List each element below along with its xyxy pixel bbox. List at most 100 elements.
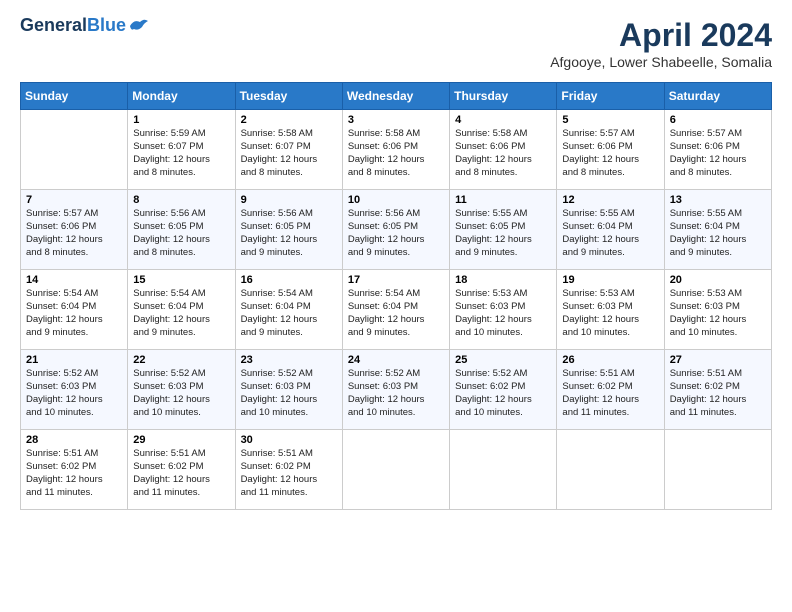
day-info: Sunrise: 5:53 AM Sunset: 6:03 PM Dayligh… (455, 288, 551, 339)
day-info: Sunrise: 5:52 AM Sunset: 6:03 PM Dayligh… (348, 368, 444, 419)
day-number: 22 (133, 354, 229, 366)
day-info: Sunrise: 5:59 AM Sunset: 6:07 PM Dayligh… (133, 128, 229, 179)
calendar-cell: 14Sunrise: 5:54 AM Sunset: 6:04 PM Dayli… (21, 270, 128, 350)
logo: GeneralBlue (20, 16, 150, 36)
day-info: Sunrise: 5:51 AM Sunset: 6:02 PM Dayligh… (670, 368, 766, 419)
day-number: 3 (348, 114, 444, 126)
header-day-friday: Friday (557, 83, 664, 110)
calendar-cell: 18 Sunrise: 5:53 AM Sunset: 6:03 PM Dayli… (450, 270, 557, 350)
calendar-cell: 20 Sunrise: 5:53 AM Sunset: 6:03 PM Dayli… (664, 270, 771, 350)
day-number: 25 (455, 354, 551, 366)
day-info: Sunrise: 5:52 AM Sunset: 6:03 PM Dayligh… (26, 368, 122, 419)
calendar-cell: 4Sunrise: 5:58 AM Sunset: 6:06 PM Daylig… (450, 110, 557, 190)
header-day-monday: Monday (128, 83, 235, 110)
day-info: Sunrise: 5:57 AM Sunset: 6:06 PM Dayligh… (562, 128, 658, 179)
calendar-week-row: 7Sunrise: 5:57 AM Sunset: 6:06 PM Daylig… (21, 190, 772, 270)
calendar-cell: 22 Sunrise: 5:52 AM Sunset: 6:03 PM Dayli… (128, 350, 235, 430)
day-info: Sunrise: 5:53 AM Sunset: 6:03 PM Dayligh… (670, 288, 766, 339)
calendar-body: 1 Sunrise: 5:59 AM Sunset: 6:07 PM Daylig… (21, 110, 772, 510)
day-number: 23 (241, 354, 337, 366)
day-number: 17 (348, 274, 444, 286)
day-info: Sunrise: 5:54 AM Sunset: 6:04 PM Dayligh… (241, 288, 337, 339)
calendar-cell: 17 Sunrise: 5:54 AM Sunset: 6:04 PM Dayli… (342, 270, 449, 350)
day-info: Sunrise: 5:55 AM Sunset: 6:04 PM Dayligh… (562, 208, 658, 259)
day-info: Sunrise: 5:51 AM Sunset: 6:02 PM Dayligh… (133, 448, 229, 499)
calendar-cell: 1 Sunrise: 5:59 AM Sunset: 6:07 PM Daylig… (128, 110, 235, 190)
day-info: Sunrise: 5:55 AM Sunset: 6:04 PM Dayligh… (670, 208, 766, 259)
day-number: 19 (562, 274, 658, 286)
day-number: 4 (455, 114, 551, 126)
calendar-cell: 13 Sunrise: 5:55 AM Sunset: 6:04 PM Dayli… (664, 190, 771, 270)
day-info: Sunrise: 5:58 AM Sunset: 6:07 PM Dayligh… (241, 128, 337, 179)
header-day-wednesday: Wednesday (342, 83, 449, 110)
day-number: 12 (562, 194, 658, 206)
calendar-cell: 11 Sunrise: 5:55 AM Sunset: 6:05 PM Dayli… (450, 190, 557, 270)
calendar-header-row: SundayMondayTuesdayWednesdayThursdayFrid… (21, 83, 772, 110)
day-number: 2 (241, 114, 337, 126)
calendar-week-row: 14 Sunrise: 5:54 AM Sunset: 6:04 PM Dayli… (21, 270, 772, 350)
calendar-cell (21, 110, 128, 190)
day-number: 11 (455, 194, 551, 206)
calendar-cell: 23Sunrise: 5:52 AM Sunset: 6:03 PM Dayli… (235, 350, 342, 430)
day-info: Sunrise: 5:52 AM Sunset: 6:02 PM Dayligh… (455, 368, 551, 419)
day-number: 26 (562, 354, 658, 366)
calendar-cell: 26Sunrise: 5:51 AM Sunset: 6:02 PM Dayli… (557, 350, 664, 430)
calendar-cell: 15Sunrise: 5:54 AM Sunset: 6:04 PM Dayli… (128, 270, 235, 350)
calendar-cell: 19 Sunrise: 5:53 AM Sunset: 6:03 PM Dayli… (557, 270, 664, 350)
calendar-header: SundayMondayTuesdayWednesdayThursdayFrid… (21, 83, 772, 110)
day-number: 27 (670, 354, 766, 366)
day-info: Sunrise: 5:53 AM Sunset: 6:03 PM Dayligh… (562, 288, 658, 339)
logo-bird-icon (128, 17, 150, 35)
day-number: 8 (133, 194, 229, 206)
day-number: 6 (670, 114, 766, 126)
day-number: 20 (670, 274, 766, 286)
calendar-cell: 5 Sunrise: 5:57 AM Sunset: 6:06 PM Daylig… (557, 110, 664, 190)
calendar-week-row: 28Sunrise: 5:51 AM Sunset: 6:02 PM Dayli… (21, 430, 772, 510)
day-info: Sunrise: 5:56 AM Sunset: 6:05 PM Dayligh… (241, 208, 337, 259)
calendar-cell: 2 Sunrise: 5:58 AM Sunset: 6:07 PM Daylig… (235, 110, 342, 190)
day-info: Sunrise: 5:58 AM Sunset: 6:06 PM Dayligh… (348, 128, 444, 179)
title-area: April 2024 Afgooye, Lower Shabeelle, Som… (550, 16, 772, 70)
calendar-cell: 25 Sunrise: 5:52 AM Sunset: 6:02 PM Dayli… (450, 350, 557, 430)
day-info: Sunrise: 5:55 AM Sunset: 6:05 PM Dayligh… (455, 208, 551, 259)
day-info: Sunrise: 5:57 AM Sunset: 6:06 PM Dayligh… (670, 128, 766, 179)
logo-text: GeneralBlue (20, 16, 126, 36)
page-header: GeneralBlue April 2024 Afgooye, Lower Sh… (20, 16, 772, 70)
day-number: 5 (562, 114, 658, 126)
header-day-saturday: Saturday (664, 83, 771, 110)
day-number: 24 (348, 354, 444, 366)
calendar-cell: 24 Sunrise: 5:52 AM Sunset: 6:03 PM Dayli… (342, 350, 449, 430)
calendar-cell: 12 Sunrise: 5:55 AM Sunset: 6:04 PM Dayli… (557, 190, 664, 270)
day-number: 9 (241, 194, 337, 206)
day-info: Sunrise: 5:56 AM Sunset: 6:05 PM Dayligh… (348, 208, 444, 259)
calendar-cell: 29 Sunrise: 5:51 AM Sunset: 6:02 PM Dayli… (128, 430, 235, 510)
calendar-cell: 27 Sunrise: 5:51 AM Sunset: 6:02 PM Dayli… (664, 350, 771, 430)
calendar-cell: 6 Sunrise: 5:57 AM Sunset: 6:06 PM Daylig… (664, 110, 771, 190)
day-info: Sunrise: 5:54 AM Sunset: 6:04 PM Dayligh… (133, 288, 229, 339)
calendar-week-row: 21Sunrise: 5:52 AM Sunset: 6:03 PM Dayli… (21, 350, 772, 430)
day-info: Sunrise: 5:51 AM Sunset: 6:02 PM Dayligh… (26, 448, 122, 499)
calendar-table: SundayMondayTuesdayWednesdayThursdayFrid… (20, 82, 772, 510)
day-number: 29 (133, 434, 229, 446)
day-number: 1 (133, 114, 229, 126)
calendar-cell: 28Sunrise: 5:51 AM Sunset: 6:02 PM Dayli… (21, 430, 128, 510)
calendar-cell (557, 430, 664, 510)
day-info: Sunrise: 5:54 AM Sunset: 6:04 PM Dayligh… (348, 288, 444, 339)
header-day-sunday: Sunday (21, 83, 128, 110)
calendar-cell: 21Sunrise: 5:52 AM Sunset: 6:03 PM Dayli… (21, 350, 128, 430)
calendar-cell (450, 430, 557, 510)
day-number: 16 (241, 274, 337, 286)
header-day-thursday: Thursday (450, 83, 557, 110)
day-number: 30 (241, 434, 337, 446)
day-info: Sunrise: 5:52 AM Sunset: 6:03 PM Dayligh… (133, 368, 229, 419)
day-number: 18 (455, 274, 551, 286)
month-title: April 2024 (550, 16, 772, 54)
calendar-cell (664, 430, 771, 510)
calendar-cell: 7Sunrise: 5:57 AM Sunset: 6:06 PM Daylig… (21, 190, 128, 270)
calendar-cell: 3 Sunrise: 5:58 AM Sunset: 6:06 PM Daylig… (342, 110, 449, 190)
calendar-week-row: 1 Sunrise: 5:59 AM Sunset: 6:07 PM Daylig… (21, 110, 772, 190)
day-info: Sunrise: 5:56 AM Sunset: 6:05 PM Dayligh… (133, 208, 229, 259)
day-number: 14 (26, 274, 122, 286)
day-number: 13 (670, 194, 766, 206)
day-info: Sunrise: 5:51 AM Sunset: 6:02 PM Dayligh… (241, 448, 337, 499)
